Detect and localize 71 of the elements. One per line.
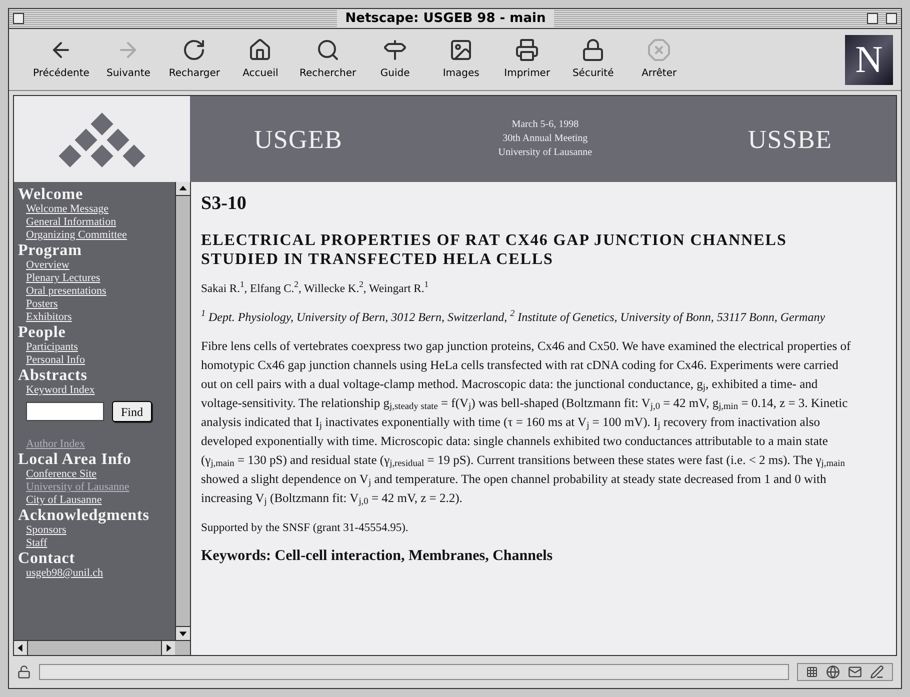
toolbar-button[interactable]: Images: [430, 38, 492, 81]
banner-meeting: 30th Annual Meeting: [502, 132, 588, 146]
abstract-code: S3-10: [201, 192, 248, 216]
sidebar-heading: People: [18, 324, 67, 341]
horizontal-scrollbar[interactable]: [14, 640, 190, 655]
grid-icon[interactable]: [806, 666, 818, 678]
stop-icon: [647, 38, 672, 62]
signpost-icon: [383, 38, 408, 62]
scroll-left-icon[interactable]: [14, 641, 28, 655]
banner-place: University of Lausanne: [498, 146, 592, 160]
banner-title: USSBE: [748, 124, 832, 156]
sidebar-link[interactable]: Plenary Lectures: [18, 272, 171, 285]
sidebar-link[interactable]: General Information: [18, 216, 171, 229]
sidebar-link[interactable]: Organizing Committee: [18, 229, 171, 242]
sidebar-link[interactable]: Participants: [18, 341, 171, 354]
abstract-body: Fibre lens cells of vertebrates coexpress two gap junction proteins, Cx46 and Cx50. We have examined the electrical properties of homotypic Cx46 gap junction channels using HeLa cells transfected with rat cDNA coding for Cx46. Experiments were carried out on cell pairs with a dual voltage-clamp method. Macroscopic data: the junctional conductance, g$_{j}$, exhibited a time- and voltage-sensitivity. The relationship g$_{j,steady state}$ = f(V$_{j}$) was bell-shaped (Boltzmann fit: V$_{j,0}$ = 42 mV, g$_{j,min}$ = 0.14, z = 3. Kinetic analysis indicated that I$_{j}$ inactivates exponentially with time (τ = 160 ms at V$_{j}$ = 100 mV). I$_{j}$ recovery from inactivation also developed exponentially with time. Microscopic data: single channels exhibited two conductances attributable to a main state (γ$_{j,main}$ = 130 pS) and residual state (γ$_{j,residual}$ = 19 pS). Current transitions between these states were fast (i.e. < 2 ms). The γ$_{j,main}$ showed a slight dependence on V$_{j}$ and temperature. The open channel probability at steady state decreased from 1 and 0 with increasing V$_{j}$ (Boltzmann fit: V$_{j,0}$ = 42 mV, z = 2.2).: [201, 338, 852, 508]
keywords: Keywords: Cell-cell interaction, Membranes, Channels: [201, 547, 554, 566]
scroll-up-icon[interactable]: [176, 182, 190, 196]
security-icon[interactable]: [17, 665, 31, 679]
search-field[interactable]: [26, 402, 104, 421]
globe-icon[interactable]: [826, 665, 840, 679]
abstract-title: ELECTRICAL PROPERTIES OF RAT CX46 GAP JUNCTION CHANNELS STUDIED IN TRANSFECTED HELA CELLS: [201, 230, 788, 268]
sidebar-link[interactable]: Author Index: [18, 438, 171, 451]
toolbar-button[interactable]: Guide: [364, 38, 426, 81]
sidebar-heading: Program: [18, 242, 83, 259]
mail-icon[interactable]: [848, 665, 862, 679]
sidebar-heading: Contact: [18, 550, 76, 567]
image-icon: [449, 38, 474, 62]
sidebar-link[interactable]: usgeb98@unil.ch: [18, 567, 171, 580]
zoom-box-icon[interactable]: [867, 13, 878, 24]
sidebar-link[interactable]: Keyword Index: [18, 384, 171, 397]
funding-note: Supported by the SNSF (grant 31-45554.95).: [201, 520, 410, 536]
toolbar-button[interactable]: Sécurité: [562, 38, 624, 81]
home-icon: [248, 38, 272, 62]
sidebar-link[interactable]: Exhibitors: [18, 311, 171, 324]
printer-icon: [515, 38, 540, 62]
pen-icon[interactable]: [870, 665, 884, 679]
sidebar-link[interactable]: Oral presentations: [18, 285, 171, 298]
sidebar-link[interactable]: Staff: [18, 537, 171, 550]
sidebar-heading: Acknowledgments: [18, 507, 150, 524]
netscape-logo: N: [845, 34, 893, 84]
collapse-box-icon[interactable]: [886, 13, 897, 24]
sidebar-link[interactable]: Sponsors: [18, 524, 171, 537]
sidebar-link[interactable]: Posters: [18, 298, 171, 311]
find-button[interactable]: Find: [112, 401, 152, 422]
toolbar-button[interactable]: Précédente: [29, 38, 94, 81]
toolbar-button[interactable]: Accueil: [229, 38, 292, 81]
scroll-right-icon[interactable]: [161, 641, 175, 655]
sidebar-heading: Welcome: [18, 186, 84, 203]
padlock-icon: [581, 38, 606, 62]
sidebar-link[interactable]: Conference Site: [18, 468, 171, 481]
reload-icon: [182, 38, 206, 62]
sidebar-link[interactable]: Personal Info: [18, 354, 171, 367]
window-title: Netscape: USGEB 98 - main: [337, 10, 554, 28]
sidebar-heading: Local Area Info: [18, 451, 132, 468]
close-box-icon[interactable]: [13, 13, 24, 24]
vertical-scrollbar[interactable]: [175, 182, 190, 640]
sidebar-link[interactable]: Overview: [18, 259, 171, 272]
search-icon: [316, 38, 340, 62]
sidebar-heading: Abstracts: [18, 367, 88, 384]
scroll-down-icon[interactable]: [176, 626, 190, 640]
affiliations: $^{1}$ Dept. Physiology, University of Bern, 3012 Bern, Switzerland, $^{2}$ Institute of Genetics, University of Bonn, 53117 Bonn, Germany: [201, 310, 826, 325]
banner-date: March 5-6, 1998: [512, 118, 579, 132]
authors: Sakai R.$^{1}$, Elfang C.$^{2}$, Willecke K.$^{2}$, Weingart R.$^{1}$: [201, 280, 430, 296]
toolbar-button[interactable]: Rechercher: [295, 38, 360, 81]
sidebar-link[interactable]: City of Lausanne: [18, 494, 171, 507]
banner-title: USGEB: [254, 124, 342, 156]
toolbar-button[interactable]: Recharger: [163, 38, 226, 81]
toolbar-button[interactable]: Imprimer: [496, 38, 558, 81]
sidebar-link[interactable]: Welcome Message: [18, 203, 171, 216]
sidebar-link[interactable]: University of Lausanne: [18, 481, 171, 494]
